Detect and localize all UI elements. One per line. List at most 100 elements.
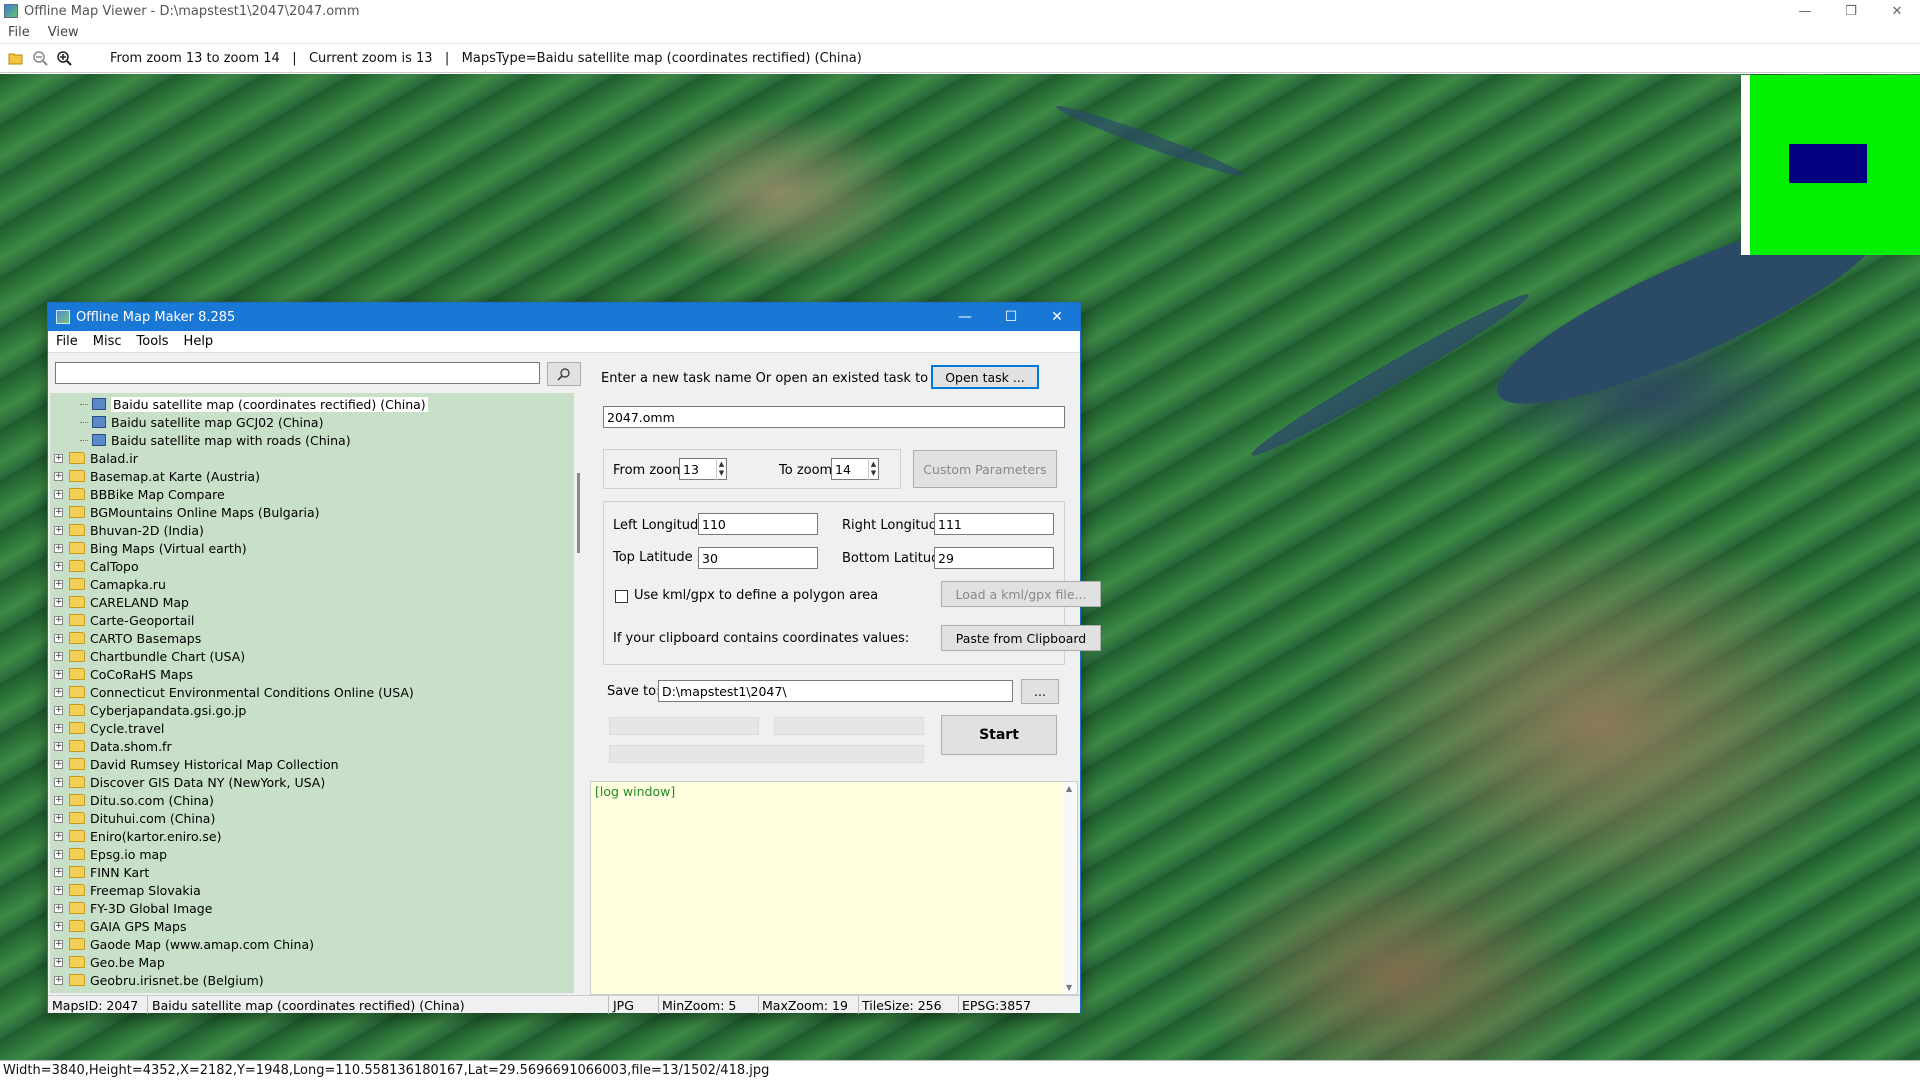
left-longitude-input[interactable]: 110 xyxy=(698,513,818,535)
tree-folder-item[interactable]: + Carte-Geoportail xyxy=(50,611,194,629)
tree-folder-item[interactable]: + CARELAND Map xyxy=(50,593,189,611)
expand-icon[interactable]: + xyxy=(54,543,63,553)
tree-folder-item[interactable]: + CalTopo xyxy=(50,557,139,575)
open-folder-icon[interactable] xyxy=(6,48,26,68)
expand-icon[interactable]: + xyxy=(54,975,63,985)
expand-icon[interactable]: + xyxy=(54,849,63,859)
expand-icon[interactable]: + xyxy=(54,471,63,481)
tree-folder-item[interactable]: + Ditu.so.com (China) xyxy=(50,791,214,809)
expand-icon[interactable]: + xyxy=(54,921,63,931)
tree-folder-item[interactable]: + FY-3D Global Image xyxy=(50,899,212,917)
expand-icon[interactable]: + xyxy=(54,831,63,841)
expand-icon[interactable]: + xyxy=(54,507,63,517)
tree-folder-item[interactable]: + BBBike Map Compare xyxy=(50,485,225,503)
menu-file[interactable]: File xyxy=(8,25,30,40)
load-kml-button[interactable]: Load a kml/gpx file... xyxy=(941,581,1101,607)
tree-folder-item[interactable]: + Camapka.ru xyxy=(50,575,166,593)
tree-child-item[interactable]: Baidu satellite map (coordinates rectifi… xyxy=(80,395,428,413)
expand-icon[interactable]: + xyxy=(54,453,63,463)
tree-scrollbar-thumb[interactable] xyxy=(577,473,580,553)
tree-folder-item[interactable]: + Freemap Slovakia xyxy=(50,881,201,899)
tree-folder-item[interactable]: + Basemap.at Karte (Austria) xyxy=(50,467,260,485)
expand-icon[interactable]: + xyxy=(54,867,63,877)
expand-icon[interactable]: + xyxy=(54,723,63,733)
zoom-in-icon[interactable] xyxy=(54,48,74,68)
tree-folder-item[interactable]: + Connecticut Environmental Conditions On… xyxy=(50,683,414,701)
search-button[interactable] xyxy=(547,362,581,386)
log-scrollbar[interactable]: ▲ ▼ xyxy=(1063,782,1077,994)
top-latitude-input[interactable]: 30 xyxy=(698,547,818,569)
expand-icon[interactable]: + xyxy=(54,705,63,715)
expand-icon[interactable]: + xyxy=(54,489,63,499)
expand-icon[interactable]: + xyxy=(54,777,63,787)
tree-folder-item[interactable]: + Geo.be Map xyxy=(50,953,165,971)
tree-child-item[interactable]: Baidu satellite map with roads (China) xyxy=(80,431,351,449)
expand-icon[interactable]: + xyxy=(54,813,63,823)
minimize-icon[interactable]: — xyxy=(1782,0,1828,22)
dialog-menu-file[interactable]: File xyxy=(56,334,78,349)
tree-folder-item[interactable]: + Dituhui.com (China) xyxy=(50,809,215,827)
browse-button[interactable]: ... xyxy=(1021,679,1059,704)
expand-icon[interactable]: + xyxy=(54,687,63,697)
tree-folder-item[interactable]: + David Rumsey Historical Map Collection xyxy=(50,755,339,773)
expand-icon[interactable]: + xyxy=(54,651,63,661)
zoom-out-icon[interactable] xyxy=(30,48,50,68)
expand-icon[interactable]: + xyxy=(54,759,63,769)
tree-folder-item[interactable]: + Discover GIS Data NY (NewYork, USA) xyxy=(50,773,325,791)
scroll-up-icon[interactable]: ▲ xyxy=(1066,784,1072,793)
tree-folder-item[interactable]: + Data.shom.fr xyxy=(50,737,172,755)
expand-icon[interactable]: + xyxy=(54,597,63,607)
search-input[interactable] xyxy=(55,362,540,384)
tree-scrollbar[interactable] xyxy=(574,393,583,993)
close-icon[interactable]: ✕ xyxy=(1874,0,1920,22)
expand-icon[interactable]: + xyxy=(54,579,63,589)
overview-viewport-marker[interactable] xyxy=(1789,144,1867,183)
expand-icon[interactable]: + xyxy=(54,633,63,643)
expand-icon[interactable]: + xyxy=(54,741,63,751)
open-task-button[interactable]: Open task ... xyxy=(931,365,1039,389)
paste-clipboard-button[interactable]: Paste from Clipboard xyxy=(941,625,1101,651)
dialog-maximize-icon[interactable]: ☐ xyxy=(988,303,1034,331)
expand-icon[interactable]: + xyxy=(54,957,63,967)
kml-checkbox[interactable] xyxy=(615,590,628,603)
start-button[interactable]: Start xyxy=(941,715,1057,755)
tree-folder-item[interactable]: + Balad.ir xyxy=(50,449,138,467)
dialog-menu-tools[interactable]: Tools xyxy=(137,334,169,349)
tree-folder-item[interactable]: + Eniro(kartor.eniro.se) xyxy=(50,827,221,845)
scroll-down-icon[interactable]: ▼ xyxy=(1066,983,1072,992)
log-window[interactable]: [log window] ▲ ▼ xyxy=(590,781,1078,995)
dialog-minimize-icon[interactable]: — xyxy=(942,303,988,331)
custom-parameters-button[interactable]: Custom Parameters xyxy=(913,450,1057,488)
tree-folder-item[interactable]: + Cycle.travel xyxy=(50,719,164,737)
menu-view[interactable]: View xyxy=(48,25,79,40)
tree-folder-item[interactable]: + CARTO Basemaps xyxy=(50,629,201,647)
to-zoom-spinner[interactable]: ▲ ▼ xyxy=(868,458,878,480)
tree-folder-item[interactable]: + Gaode Map (www.amap.com China) xyxy=(50,935,314,953)
expand-icon[interactable]: + xyxy=(54,885,63,895)
expand-icon[interactable]: + xyxy=(54,903,63,913)
tree-folder-item[interactable]: + CoCoRaHS Maps xyxy=(50,665,193,683)
tree-folder-item[interactable]: + Geobru.irisnet.be (Belgium) xyxy=(50,971,264,989)
expand-icon[interactable]: + xyxy=(54,615,63,625)
tree-child-item[interactable]: Baidu satellite map GCJ02 (China) xyxy=(80,413,323,431)
map-source-tree[interactable]: Baidu satellite map (coordinates rectifi… xyxy=(50,393,574,993)
expand-icon[interactable]: + xyxy=(54,561,63,571)
expand-icon[interactable]: + xyxy=(54,939,63,949)
task-name-input[interactable]: 2047.omm xyxy=(603,406,1065,428)
expand-icon[interactable]: + xyxy=(54,525,63,535)
expand-icon[interactable]: + xyxy=(54,669,63,679)
save-path-input[interactable]: D:\mapstest1\2047\ xyxy=(658,680,1013,702)
right-longitude-input[interactable]: 111 xyxy=(934,513,1054,535)
tree-folder-item[interactable]: + Cyberjapandata.gsi.go.jp xyxy=(50,701,246,719)
tree-folder-item[interactable]: + GAIA GPS Maps xyxy=(50,917,186,935)
bottom-latitude-input[interactable]: 29 xyxy=(934,547,1054,569)
tree-folder-item[interactable]: + Chartbundle Chart (USA) xyxy=(50,647,245,665)
tree-folder-item[interactable]: + Bing Maps (Virtual earth) xyxy=(50,539,247,557)
expand-icon[interactable]: + xyxy=(54,795,63,805)
tree-folder-item[interactable]: + Epsg.io map xyxy=(50,845,167,863)
dialog-close-icon[interactable]: ✕ xyxy=(1034,303,1080,331)
tree-folder-item[interactable]: + FINN Kart xyxy=(50,863,149,881)
tree-folder-item[interactable]: + Bhuvan-2D (India) xyxy=(50,521,204,539)
dialog-menu-help[interactable]: Help xyxy=(184,334,214,349)
restore-icon[interactable]: ❐ xyxy=(1828,0,1874,22)
